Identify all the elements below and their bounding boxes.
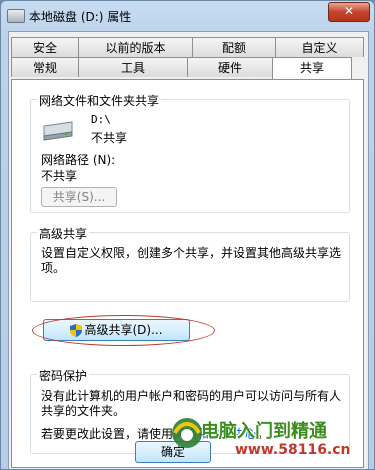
advanced-sharing-group: 高级共享 设置自定义权限，创建多个共享，并设置其他高级共享选 项。: [30, 225, 350, 302]
watermark-url: www.58116.cn: [235, 442, 351, 458]
tab-hardware[interactable]: 硬件: [187, 57, 273, 77]
tab-quota[interactable]: 配额: [192, 37, 276, 57]
dialog-client: 安全 以前的版本 配额 自定义 常规 工具 硬件 共享 网络文件和文件夹共享 D…: [8, 31, 369, 469]
advanced-description-line1: 设置自定义权限，创建多个共享，并设置其他高级共享选: [41, 246, 342, 260]
tab-previous-versions[interactable]: 以前的版本: [78, 37, 193, 57]
network-sharing-group: 网络文件和文件夹共享 D:\ 不共享 网络路径 (N): 不共享 共享(S)..…: [30, 92, 350, 213]
drive-icon: [7, 9, 25, 23]
advanced-description-line2: 项。: [41, 261, 66, 275]
password-protection-label: 密码保护: [37, 367, 90, 384]
tab-customize[interactable]: 自定义: [275, 37, 364, 57]
title-bar[interactable]: 本地磁盘 (D:) 属性 ✕: [1, 1, 374, 31]
hard-drive-icon: [43, 121, 73, 141]
tab-security[interactable]: 安全: [11, 37, 79, 57]
close-button[interactable]: ✕: [328, 2, 370, 22]
properties-window: 本地磁盘 (D:) 属性 ✕ 安全 以前的版本 配额 自定义 常规 工具 硬件 …: [0, 0, 375, 470]
share-status: 不共享: [91, 131, 128, 145]
tab-tools[interactable]: 工具: [78, 57, 188, 77]
network-path-value: 不共享: [41, 169, 78, 183]
advanced-sharing-label: 高级共享: [37, 225, 90, 242]
password-line3-prefix: 若要更改此设置，请使用: [41, 427, 174, 441]
network-path-label: 网络路径 (N):: [41, 153, 116, 167]
drive-name: D:\: [91, 113, 111, 126]
highlight-oval: [32, 315, 215, 346]
window-title: 本地磁盘 (D:) 属性: [29, 10, 132, 24]
network-sharing-label: 网络文件和文件夹共享: [37, 92, 162, 109]
password-line2: 共享的文件夹。: [41, 404, 126, 418]
sharing-page: 网络文件和文件夹共享 D:\ 不共享 网络路径 (N): 不共享 共享(S)..…: [11, 79, 364, 468]
tab-general[interactable]: 常规: [11, 57, 79, 77]
watermark-title: 电脑入门到精通: [201, 421, 327, 442]
share-button[interactable]: 共享(S)...: [41, 187, 117, 207]
tab-sharing[interactable]: 共享: [272, 57, 352, 79]
